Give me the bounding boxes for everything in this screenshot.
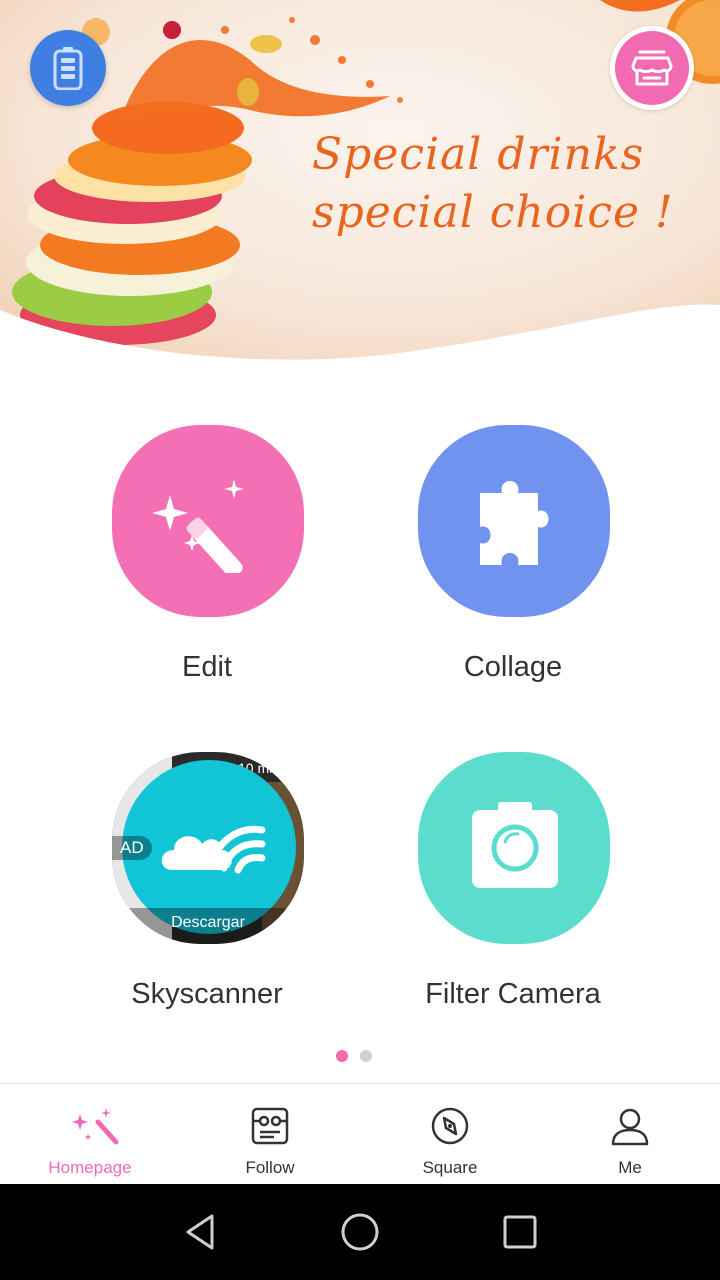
back-triangle-icon (186, 1214, 214, 1250)
nav-item-square[interactable]: Square (360, 1084, 540, 1185)
nav-label-homepage: Homepage (48, 1158, 132, 1177)
page-indicator (336, 1050, 372, 1062)
person-icon (611, 1108, 649, 1146)
puzzle-piece-icon (480, 481, 549, 565)
edit-tile-icon[interactable] (112, 425, 304, 617)
filter-camera-label: Filter Camera (425, 978, 601, 1010)
home-circle-icon (341, 1213, 379, 1251)
recents-square-icon (503, 1215, 537, 1249)
page-dot-2[interactable] (360, 1050, 372, 1062)
battery-saver-button[interactable] (30, 30, 106, 106)
battery-icon (53, 47, 83, 90)
shop-button[interactable] (610, 26, 694, 110)
home-button[interactable] (332, 1204, 388, 1260)
follow-icon (251, 1107, 289, 1145)
filter-camera-tile-icon[interactable] (418, 752, 610, 944)
collage-label: Collage (463, 651, 563, 683)
collage-tile-icon[interactable] (418, 425, 610, 617)
shop-icon (631, 50, 673, 86)
recents-button[interactable] (492, 1204, 548, 1260)
edit-label: Edit (182, 651, 232, 683)
nav-item-homepage[interactable]: Homepage (0, 1084, 180, 1185)
banner-line-2: special choice ! (312, 187, 674, 238)
magic-wand-icon (152, 479, 244, 573)
compass-icon (431, 1107, 469, 1145)
nav-label-square: Square (422, 1158, 478, 1177)
bottom-navigation: Homepage Follow Square Me (0, 1083, 720, 1184)
nav-item-me[interactable]: Me (540, 1084, 720, 1185)
banner-slogan: Special drinks special choice ! (312, 126, 712, 242)
magic-wand-icon (72, 1108, 119, 1145)
nav-label-me: Me (618, 1158, 642, 1177)
camera-icon (472, 802, 558, 888)
ad-download-button[interactable]: Descargar (112, 908, 304, 944)
skyscanner-logo (161, 825, 266, 874)
nav-label-follow: Follow (245, 1158, 295, 1177)
skyscanner-ad-icon[interactable]: 10 mil AD Descargar (112, 752, 304, 944)
skyscanner-label: Skyscanner (131, 978, 283, 1010)
page-dot-1[interactable] (336, 1050, 348, 1062)
shop-button-inner (615, 31, 689, 105)
ad-badge: AD (112, 836, 152, 860)
back-button[interactable] (172, 1204, 228, 1260)
banner-line-1: Special drinks (312, 129, 645, 180)
nav-item-follow[interactable]: Follow (180, 1084, 360, 1185)
system-navigation-bar (0, 1184, 720, 1280)
